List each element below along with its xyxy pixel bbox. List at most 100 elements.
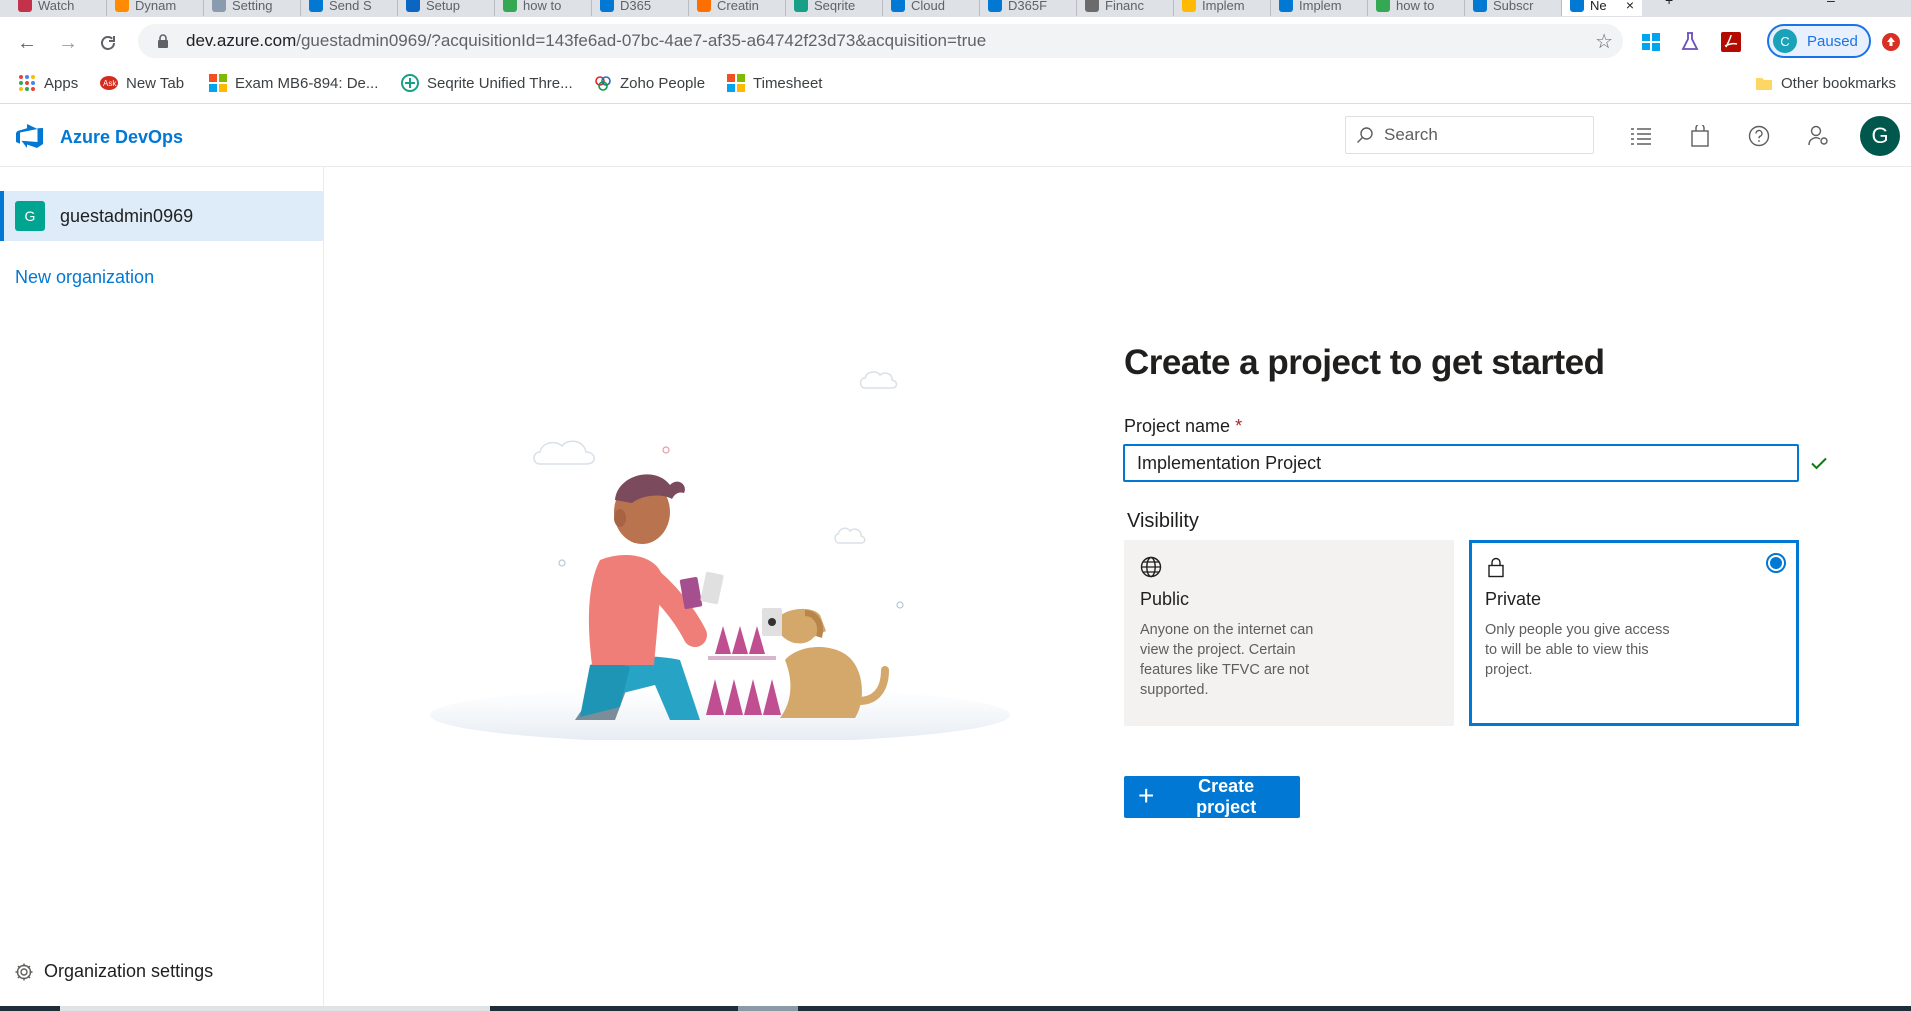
private-description: Only people you give access to will be a…	[1485, 622, 1670, 678]
browser-tab[interactable]: D365	[592, 0, 689, 16]
browser-tab[interactable]: Creatin	[689, 0, 786, 16]
tab-favicon-icon	[697, 0, 711, 12]
project-name-label: Project name *	[1124, 416, 1242, 437]
marketplace-bag-icon[interactable]	[1688, 124, 1712, 148]
tab-label: how to	[523, 0, 562, 13]
azure-devops-logo-icon[interactable]	[16, 124, 44, 148]
new-tab-icon[interactable]: +	[1665, 0, 1673, 8]
globe-icon	[1140, 556, 1162, 578]
tab-favicon-icon	[794, 0, 808, 12]
lab-extension-icon[interactable]	[1677, 29, 1703, 55]
bookmark-label: Apps	[44, 74, 79, 92]
bookmark-apps[interactable]: Apps	[18, 74, 78, 92]
bookmark-other[interactable]: Other bookmarks	[1755, 74, 1896, 92]
tab-favicon-icon	[891, 0, 905, 12]
tab-favicon-icon	[406, 0, 420, 12]
browser-tab[interactable]: D365F	[980, 0, 1077, 16]
pdf-extension-icon[interactable]	[1718, 29, 1744, 55]
close-tab-icon[interactable]: ×	[1626, 0, 1634, 13]
work-items-list-icon[interactable]	[1629, 124, 1653, 148]
browser-tab[interactable]: Implem	[1174, 0, 1271, 16]
organization-settings-label: Organization settings	[44, 961, 214, 981]
browser-toolbar: ← → dev.azure.com/guestadmin0969/?acquis…	[0, 17, 1911, 66]
minimize-icon[interactable]: –	[1827, 0, 1835, 8]
public-title: Public	[1140, 589, 1190, 609]
browser-tab[interactable]: Subscr	[1465, 0, 1562, 16]
taskbar-strip	[0, 1006, 1911, 1011]
create-project-label: Create project	[1196, 776, 1257, 817]
tab-favicon-icon	[503, 0, 517, 12]
address-bar[interactable]: dev.azure.com/guestadmin0969/?acquisitio…	[138, 24, 1623, 58]
search-box[interactable]: Search	[1345, 116, 1594, 154]
browser-tab-active[interactable]: Ne ×	[1562, 0, 1642, 16]
tab-label: D365F	[1008, 0, 1048, 13]
browser-tab[interactable]: Implem	[1271, 0, 1368, 16]
org-badge: G	[15, 201, 45, 231]
tab-label: D365	[620, 0, 652, 13]
tab-label: Seqrite	[814, 0, 856, 13]
new-organization-link[interactable]: New organization	[15, 267, 154, 288]
profile-avatar: C	[1773, 29, 1797, 53]
user-avatar[interactable]: G	[1860, 116, 1900, 156]
tab-favicon-icon	[115, 0, 129, 12]
org-name: guestadmin0969	[60, 205, 194, 226]
browser-tab[interactable]: Seqrite	[786, 0, 883, 16]
browser-tab[interactable]: how to	[495, 0, 592, 16]
microsoft-icon	[727, 74, 745, 92]
tab-label: Watch	[38, 0, 75, 13]
tab-favicon-icon	[1085, 0, 1099, 12]
bookmark-timesheet[interactable]: Timesheet	[727, 74, 822, 92]
browser-tab[interactable]: Financ	[1077, 0, 1174, 16]
bookmark-star-icon[interactable]: ☆	[1595, 29, 1613, 54]
browser-tab[interactable]: how to	[1368, 0, 1465, 16]
radio-dot	[1770, 557, 1782, 569]
tab-label: Cloud	[911, 0, 945, 13]
search-placeholder: Search	[1384, 125, 1438, 144]
back-icon[interactable]: ←	[13, 29, 41, 57]
bookmarks-bar: Apps Ask New Tab Exam MB6-894: De... Seq…	[0, 66, 1911, 104]
tab-favicon-icon	[1376, 0, 1390, 12]
forward-icon[interactable]: →	[54, 29, 82, 57]
tab-label: Implem	[1202, 0, 1245, 13]
user-settings-icon[interactable]	[1807, 124, 1831, 148]
folder-icon	[1756, 78, 1772, 90]
help-icon[interactable]	[1747, 124, 1771, 148]
browser-tab[interactable]: Send S	[301, 0, 398, 16]
private-radio-selected[interactable]	[1766, 553, 1786, 573]
public-description: Anyone on the internet can view the proj…	[1140, 622, 1314, 698]
browser-tab[interactable]: Setup	[398, 0, 495, 16]
browser-tab[interactable]: Cloud	[883, 0, 980, 16]
bookmark-label: Seqrite Unified Thre...	[427, 74, 573, 92]
visibility-option-public[interactable]: Public Anyone on the internet can view t…	[1124, 540, 1454, 726]
browser-tab[interactable]: Setting	[204, 0, 301, 16]
tab-favicon-icon	[1279, 0, 1293, 12]
create-project-button[interactable]: + Create project	[1124, 776, 1300, 818]
browser-tab[interactable]: Watch	[10, 0, 107, 16]
bookmark-new-tab[interactable]: Ask New Tab	[100, 74, 184, 92]
bookmark-zoho[interactable]: Zoho People	[594, 74, 705, 92]
valid-check-icon	[1811, 457, 1827, 470]
house-of-cards-illustration	[430, 371, 1010, 740]
visibility-option-private[interactable]: Private Only people you give access to w…	[1469, 540, 1799, 726]
bookmark-seqrite[interactable]: Seqrite Unified Thre...	[401, 74, 573, 92]
tab-label: Setup	[426, 0, 460, 13]
reload-icon[interactable]	[94, 29, 122, 57]
bookmark-exam[interactable]: Exam MB6-894: De...	[209, 74, 378, 92]
tab-label: Financ	[1105, 0, 1145, 13]
ask-icon: Ask	[100, 76, 118, 90]
bookmark-label: Exam MB6-894: De...	[235, 74, 379, 92]
windows-extension-icon[interactable]	[1638, 29, 1664, 55]
bookmark-label: Timesheet	[753, 74, 823, 92]
browser-tab[interactable]: Dynam	[107, 0, 204, 16]
profile-button[interactable]: C Paused	[1767, 24, 1871, 58]
taskbar-segment	[738, 1006, 798, 1011]
app-brand[interactable]: Azure DevOps	[60, 127, 183, 148]
organization-settings-link[interactable]: Organization settings	[14, 961, 213, 982]
update-extension-icon[interactable]	[1878, 29, 1904, 55]
seqrite-icon	[401, 74, 419, 92]
plus-icon: +	[1138, 779, 1155, 811]
tab-favicon-icon	[1182, 0, 1196, 12]
sidebar-item-organization[interactable]: G guestadmin0969	[0, 191, 323, 241]
tab-label: Ne	[1590, 0, 1607, 13]
project-name-input[interactable]	[1123, 444, 1799, 482]
